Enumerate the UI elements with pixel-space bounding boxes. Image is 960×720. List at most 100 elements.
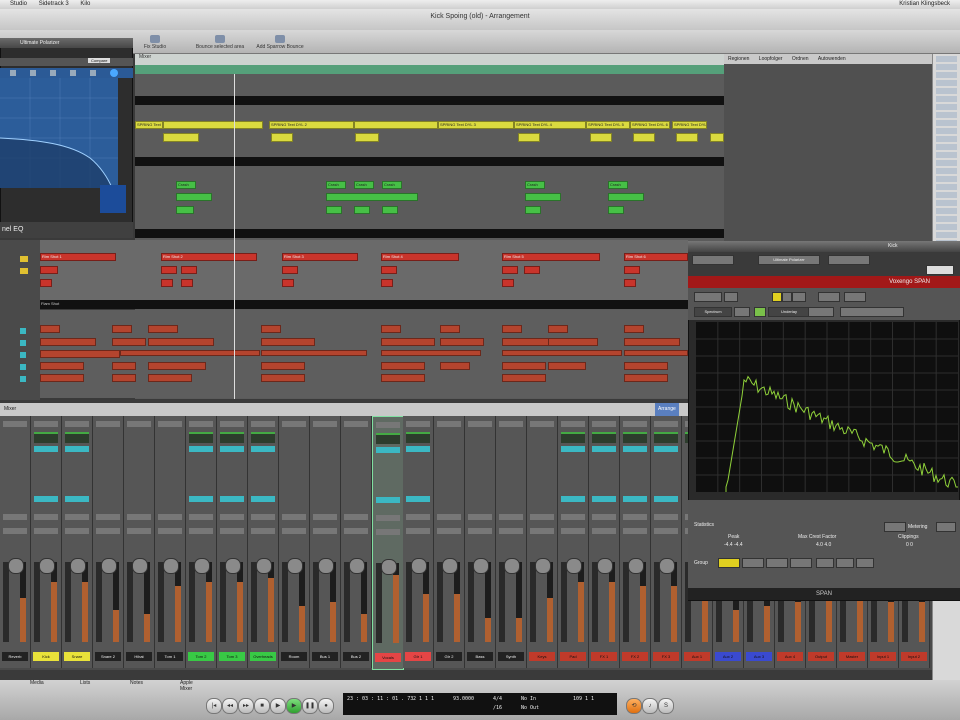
region-brown[interactable] (148, 325, 178, 333)
region-brown[interactable] (548, 325, 568, 333)
eq-thumbnail[interactable] (561, 432, 585, 443)
stop-icon[interactable]: ■ (254, 698, 270, 714)
channel-name[interactable]: Pad (560, 652, 586, 661)
send-slot[interactable] (561, 496, 585, 502)
pan-knob[interactable] (442, 558, 458, 574)
send-slot[interactable] (65, 496, 89, 502)
pan-knob[interactable] (132, 558, 148, 574)
region-brown[interactable] (40, 325, 60, 333)
io-slot[interactable] (158, 514, 182, 520)
channel-setting-button[interactable] (127, 421, 151, 427)
io-slot[interactable] (654, 514, 678, 520)
region-red[interactable] (502, 279, 514, 287)
region-green[interactable]: Crash (525, 181, 545, 189)
io-slot[interactable] (468, 514, 492, 520)
channel-name[interactable]: Tom 2 (188, 652, 214, 661)
volume-fader[interactable] (654, 562, 660, 642)
region-yellow[interactable] (710, 133, 724, 142)
output-slot[interactable] (530, 528, 554, 534)
span-underlay-button[interactable]: Underlay (768, 307, 810, 317)
menu-item-3[interactable]: Kilo (80, 1, 90, 7)
region-brown[interactable] (381, 338, 435, 346)
region-red[interactable]: Rim Shot 2 (161, 253, 257, 261)
region-red[interactable]: Rim Shot 5 (502, 253, 600, 261)
channel-name[interactable]: Snare (64, 652, 90, 661)
browser-row[interactable] (936, 184, 957, 190)
volume-fader[interactable] (189, 562, 195, 642)
channel-setting-button[interactable] (3, 421, 27, 427)
output-slot[interactable] (499, 528, 523, 534)
region-red[interactable]: Rim Shot 6 (624, 253, 688, 261)
channel-setting-button[interactable] (437, 421, 461, 427)
volume-fader[interactable] (437, 562, 443, 642)
output-slot[interactable] (96, 528, 120, 534)
span-copy-button[interactable] (792, 292, 806, 302)
send-slot[interactable] (654, 496, 678, 502)
volume-fader[interactable] (468, 562, 474, 642)
span-settings-button[interactable] (692, 255, 734, 265)
volume-fader[interactable] (96, 562, 102, 642)
channel-setting-button[interactable] (530, 421, 554, 427)
region-brown[interactable] (40, 362, 84, 370)
io-slot[interactable] (530, 514, 554, 520)
volume-fader[interactable] (592, 562, 598, 642)
channel-name[interactable]: Keys (529, 652, 555, 661)
channel-setting-button[interactable] (282, 421, 306, 427)
io-slot[interactable] (623, 514, 647, 520)
channel-setting-button[interactable] (158, 421, 182, 427)
channel-name[interactable]: Master (839, 652, 865, 661)
channel-setting-button[interactable] (344, 421, 368, 427)
region-brown[interactable] (440, 338, 484, 346)
group-4-button[interactable] (790, 558, 812, 568)
group-6-button[interactable] (836, 558, 854, 568)
browser-row[interactable] (936, 104, 957, 110)
region-yellow[interactable] (355, 133, 379, 142)
region-red[interactable] (40, 266, 58, 274)
channel-setting-button[interactable] (468, 421, 492, 427)
channel-setting-button[interactable] (96, 421, 120, 427)
go-to-start-icon[interactable]: |◂ (206, 698, 222, 714)
pan-knob[interactable] (473, 558, 489, 574)
eq-thumbnail[interactable] (220, 432, 244, 443)
channel-name[interactable]: Kick (33, 652, 59, 661)
browser-row[interactable] (936, 232, 957, 238)
region-yellow[interactable] (518, 133, 540, 142)
region-brown[interactable] (112, 362, 136, 370)
span-compare-button[interactable] (926, 265, 954, 275)
region-brown[interactable] (502, 350, 622, 356)
group-3-button[interactable] (766, 558, 788, 568)
region-green[interactable] (176, 193, 212, 201)
span-routing-select[interactable] (840, 307, 904, 317)
browser-row[interactable] (936, 224, 957, 230)
region-brown[interactable] (624, 350, 688, 356)
channel-name[interactable]: Gtr 2 (436, 652, 462, 661)
region-red[interactable] (624, 279, 636, 287)
pan-knob[interactable] (225, 558, 241, 574)
browser-row[interactable] (936, 208, 957, 214)
eq-band-icon[interactable] (50, 70, 56, 76)
io-slot[interactable] (251, 514, 275, 520)
region-red[interactable] (381, 266, 397, 274)
io-slot[interactable] (282, 514, 306, 520)
output-slot[interactable] (344, 528, 368, 534)
pan-knob[interactable] (411, 558, 427, 574)
region-red[interactable] (181, 266, 197, 274)
span-spectrum-graph[interactable] (696, 322, 958, 492)
channel-name[interactable]: Tom 1 (157, 652, 183, 661)
eq-band-buttons[interactable] (0, 68, 133, 78)
region-brown[interactable] (261, 362, 305, 370)
volume-fader[interactable] (65, 562, 71, 642)
output-slot[interactable] (468, 528, 492, 534)
volume-fader[interactable] (561, 562, 567, 642)
channel-name[interactable]: FX 1 (591, 652, 617, 661)
volume-fader[interactable] (623, 562, 629, 642)
pan-knob[interactable] (535, 558, 551, 574)
output-slot[interactable] (34, 528, 58, 534)
pan-knob[interactable] (628, 558, 644, 574)
region-brown[interactable] (112, 338, 146, 346)
send-slot[interactable] (592, 496, 616, 502)
pan-knob[interactable] (70, 558, 86, 574)
cycle-icon[interactable]: ⟲ (626, 698, 642, 714)
region-brown[interactable] (440, 362, 470, 370)
region-red[interactable] (161, 266, 177, 274)
